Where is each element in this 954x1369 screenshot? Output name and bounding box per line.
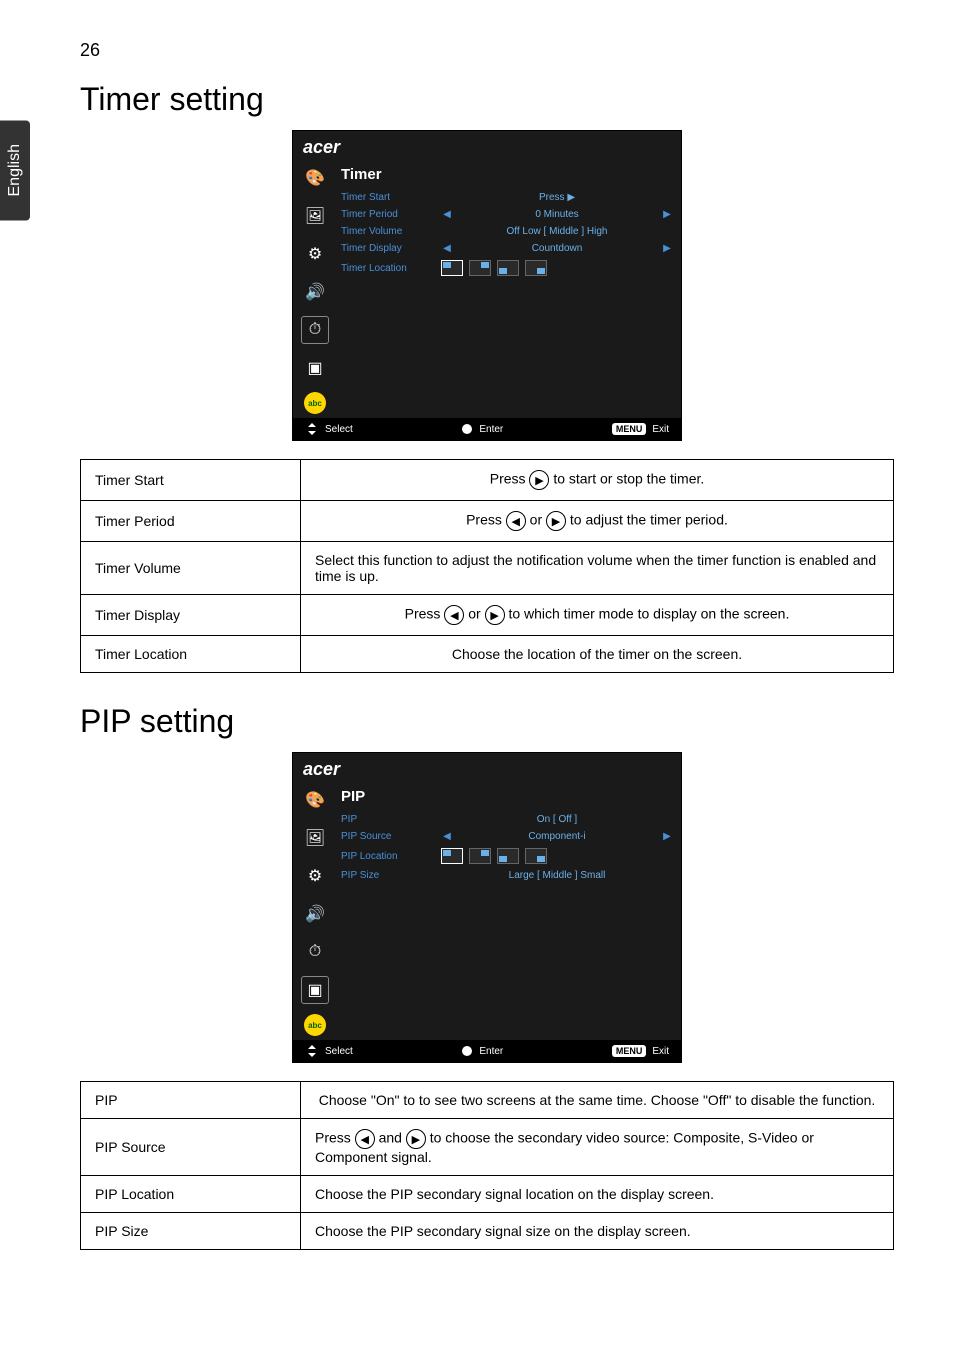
osd-row-timer-volume[interactable]: Timer Volume Off Low [ Middle ] High bbox=[341, 223, 673, 240]
osd-row-timer-period[interactable]: Timer Period ◀ 0 Minutes ▶ bbox=[341, 206, 673, 223]
menu-badge: MENU bbox=[612, 423, 647, 435]
left-arrow-icon: ◀ bbox=[355, 1129, 375, 1149]
osd-sidebar-icons: 🎨 🖼 ⚙ 🔊 ⏱ ▣ abc bbox=[293, 782, 337, 1040]
table-row: PIP Location Choose the PIP secondary si… bbox=[81, 1176, 894, 1213]
image-icon[interactable]: 🖼 bbox=[301, 202, 329, 230]
osd-title: PIP bbox=[341, 782, 673, 811]
left-arrow-icon: ◀ bbox=[444, 605, 464, 625]
pip-osd-screen: acer 🎨 🖼 ⚙ 🔊 ⏱ ▣ abc PIP PIP On [ Off ] … bbox=[292, 752, 682, 1063]
language-icon[interactable]: abc bbox=[304, 392, 326, 414]
settings-icon[interactable]: ⚙ bbox=[301, 862, 329, 890]
table-row: Timer Volume Select this function to adj… bbox=[81, 542, 894, 595]
language-icon[interactable]: abc bbox=[304, 1014, 326, 1036]
pip-icon[interactable]: ▣ bbox=[301, 354, 329, 382]
pip-heading: PIP setting bbox=[80, 703, 894, 740]
location-top-right[interactable] bbox=[469, 260, 491, 276]
image-icon[interactable]: 🖼 bbox=[301, 824, 329, 852]
right-arrow-icon: ▶ bbox=[529, 470, 549, 490]
menu-badge: MENU bbox=[612, 1045, 647, 1057]
language-tab: English bbox=[0, 120, 30, 220]
osd-row-timer-location[interactable]: Timer Location bbox=[341, 257, 673, 279]
left-arrow-icon: ◀ bbox=[506, 511, 526, 531]
osd-row-timer-start[interactable]: Timer Start Press ▶ bbox=[341, 189, 673, 206]
location-top-left[interactable] bbox=[441, 848, 463, 864]
table-row: Timer Location Choose the location of th… bbox=[81, 636, 894, 673]
palette-icon[interactable]: 🎨 bbox=[301, 164, 329, 192]
osd-footer: Select Enter MENU Exit bbox=[293, 418, 681, 440]
timer-description-table: Timer Start Press ▶ to start or stop the… bbox=[80, 459, 894, 673]
osd-row-pip[interactable]: PIP On [ Off ] bbox=[341, 811, 673, 828]
speaker-icon[interactable]: 🔊 bbox=[301, 900, 329, 928]
osd-row-timer-display[interactable]: Timer Display ◀ Countdown ▶ bbox=[341, 240, 673, 257]
osd-footer: Select Enter MENU Exit bbox=[293, 1040, 681, 1062]
osd-sidebar-icons: 🎨 🖼 ⚙ 🔊 ⏱ ▣ abc bbox=[293, 160, 337, 418]
timer-icon[interactable]: ⏱ bbox=[301, 316, 329, 344]
acer-logo: acer bbox=[293, 753, 681, 782]
table-row: Timer Display Press ◀ or ▶ to which time… bbox=[81, 595, 894, 636]
timer-heading: Timer setting bbox=[80, 81, 894, 118]
right-arrow-icon: ▶ bbox=[546, 511, 566, 531]
osd-row-pip-size[interactable]: PIP Size Large [ Middle ] Small bbox=[341, 867, 673, 884]
page-number: 26 bbox=[80, 40, 894, 61]
right-arrow-icon: ▶ bbox=[406, 1129, 426, 1149]
location-bottom-right[interactable] bbox=[525, 260, 547, 276]
palette-icon[interactable]: 🎨 bbox=[301, 786, 329, 814]
enter-icon bbox=[461, 423, 473, 435]
right-arrow-icon: ▶ bbox=[485, 605, 505, 625]
up-down-arrows-icon bbox=[305, 1044, 319, 1058]
settings-icon[interactable]: ⚙ bbox=[301, 240, 329, 268]
table-row: PIP Size Choose the PIP secondary signal… bbox=[81, 1213, 894, 1250]
enter-icon bbox=[461, 1045, 473, 1057]
table-row: Timer Start Press ▶ to start or stop the… bbox=[81, 460, 894, 501]
pip-description-table: PIP Choose "On" to to see two screens at… bbox=[80, 1081, 894, 1250]
location-top-right[interactable] bbox=[469, 848, 491, 864]
osd-title: Timer bbox=[341, 160, 673, 189]
osd-row-pip-source[interactable]: PIP Source ◀ Component-i ▶ bbox=[341, 828, 673, 845]
speaker-icon[interactable]: 🔊 bbox=[301, 278, 329, 306]
location-bottom-left[interactable] bbox=[497, 848, 519, 864]
table-row: PIP Choose "On" to to see two screens at… bbox=[81, 1082, 894, 1119]
location-bottom-left[interactable] bbox=[497, 260, 519, 276]
location-bottom-right[interactable] bbox=[525, 848, 547, 864]
timer-osd-screen: acer 🎨 🖼 ⚙ 🔊 ⏱ ▣ abc Timer Timer Start P… bbox=[292, 130, 682, 441]
table-row: PIP Source Press ◀ and ▶ to choose the s… bbox=[81, 1119, 894, 1176]
up-down-arrows-icon bbox=[305, 422, 319, 436]
acer-logo: acer bbox=[293, 131, 681, 160]
table-row: Timer Period Press ◀ or ▶ to adjust the … bbox=[81, 501, 894, 542]
pip-icon[interactable]: ▣ bbox=[301, 976, 329, 1004]
osd-row-pip-location[interactable]: PIP Location bbox=[341, 845, 673, 867]
timer-icon[interactable]: ⏱ bbox=[301, 938, 329, 966]
location-top-left[interactable] bbox=[441, 260, 463, 276]
